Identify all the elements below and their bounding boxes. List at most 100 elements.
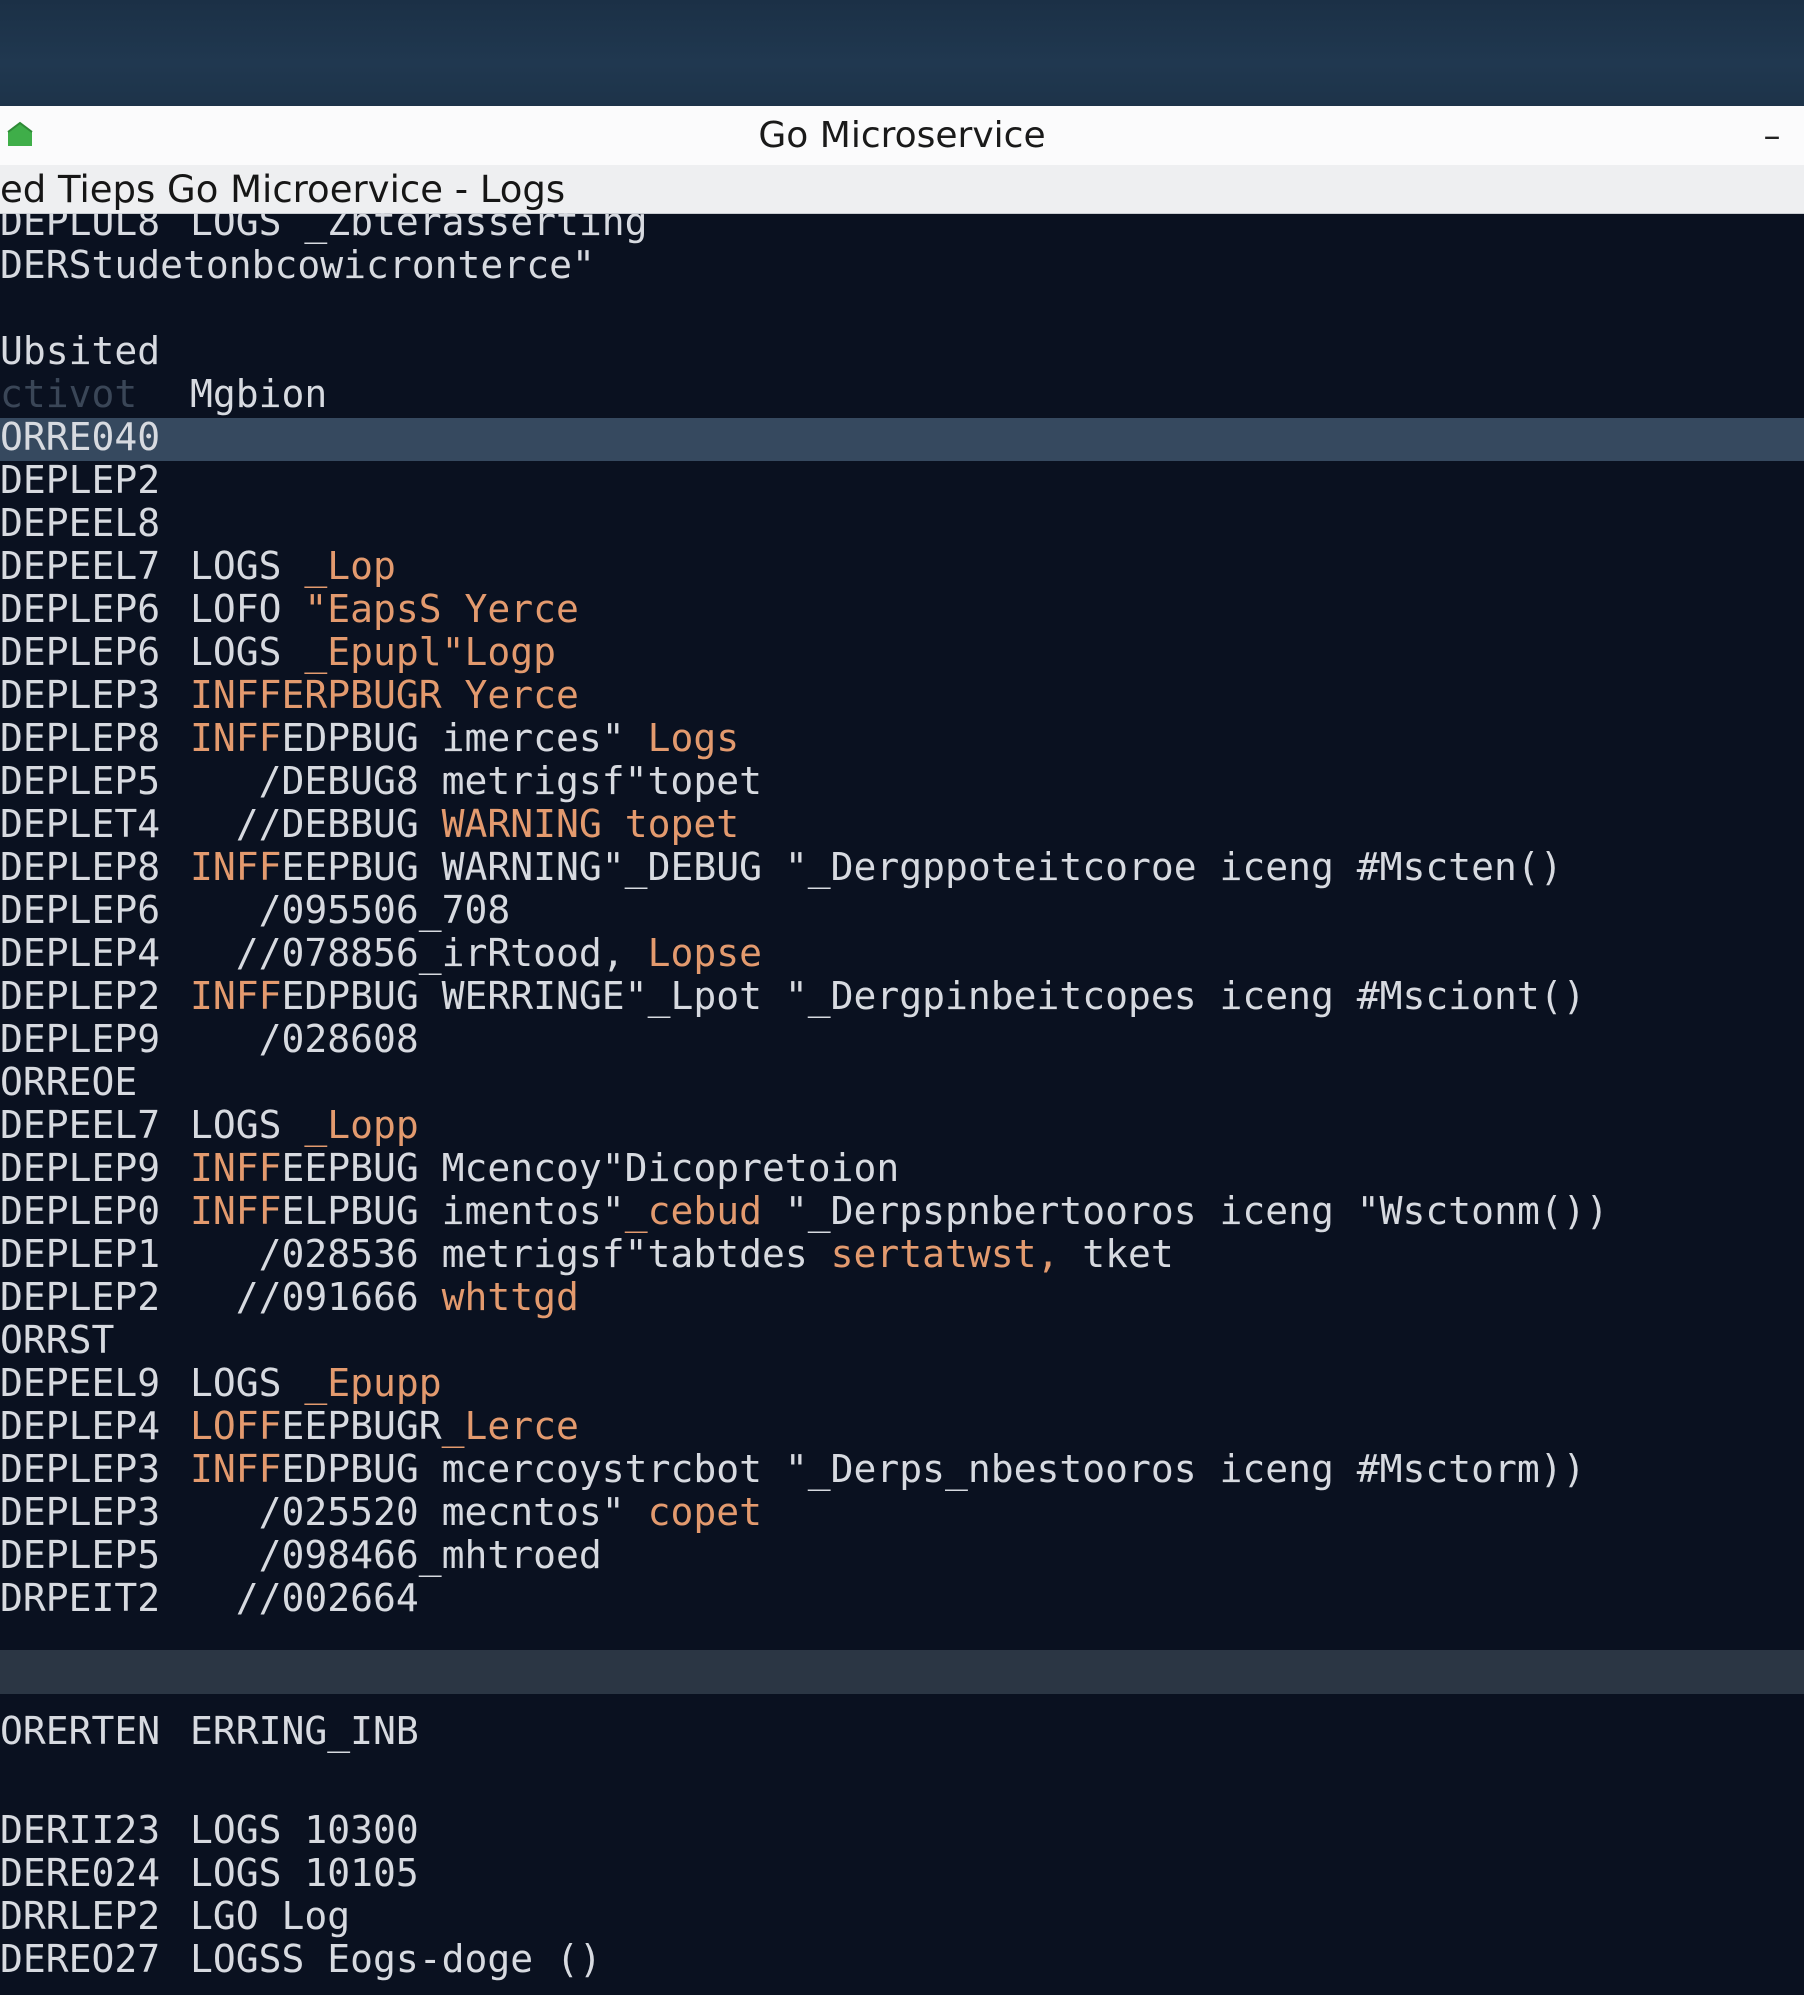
minimize-button[interactable]: – — [1748, 114, 1796, 158]
log-line: DEPLEP8 INFFEEPBUG WARNING"_DEBUG "_Dergp… — [0, 846, 1804, 889]
log-token: LOGS — [190, 630, 305, 674]
log-line-source: DEPLEP2 — [0, 974, 161, 1018]
log-token: EDPBUG mcercoystrcbot "_Derps_nbestooros… — [281, 1447, 1586, 1491]
log-line-source: Ubsited — [0, 329, 161, 373]
log-token: "_Derpspnbertooros iceng "Wsctonm()) — [761, 1189, 1609, 1233]
log-token: Mgbion — [190, 372, 328, 416]
log-line: DEPEEL8 — [0, 502, 1804, 545]
log-line-source: DEPLEP2 — [0, 1275, 161, 1319]
log-line-message: /098466_mhtroed — [190, 1534, 602, 1577]
log-line: DEPEEL9 LOGS _Epupp — [0, 1362, 1804, 1405]
tab-bar: ed Tieps Go Microervice - Logs — [0, 165, 1804, 214]
log-token: LOGS — [190, 544, 305, 588]
log-line-message: LOGS 10105 — [190, 1850, 419, 1895]
log-line: DEPLEP9 /028608 — [0, 1018, 1804, 1061]
log-line-source: DERII23 — [0, 1807, 161, 1852]
log-token: tket — [1059, 1232, 1174, 1276]
log-line-message: //002664 — [190, 1577, 419, 1620]
log-token-highlighted: INFF — [190, 1447, 282, 1491]
log-token-highlighted: _Lopp — [304, 1103, 419, 1147]
log-token-highlighted: WARNING topet — [441, 802, 740, 846]
log-line-message: LOGSS Eogs-doge () — [190, 1936, 602, 1981]
log-token-highlighted: _Epupp — [304, 1361, 442, 1405]
log-line: DEPLEP1 /028536 metrigsf"tabtdes sertatw… — [0, 1233, 1804, 1276]
log-line-message: LOGS 10300 — [190, 1807, 419, 1852]
log-token: EDPBUG WERRINGE"_Lpot "_Dergpinbeitcopes… — [281, 974, 1586, 1018]
log-line: DEPLEP9 INFFEEPBUG Mcencoy"Dicopretoion — [0, 1147, 1804, 1190]
log-line-message: LOGS _Lopp — [190, 1104, 419, 1147]
log-line-source: DRPEIT2 — [0, 1576, 161, 1620]
log-line-source: DEPLEP5 — [0, 759, 161, 803]
log-line-source: DEPEEL7 — [0, 544, 161, 588]
log-line: DERStudetonbcowicronterce" — [0, 244, 1804, 287]
log-line: DEPLEP6 /095506_708 — [0, 889, 1804, 932]
log-token-highlighted: INFF — [190, 974, 282, 1018]
log-token: ERRING_INB — [190, 1709, 419, 1753]
log-line-source: DEPLEP4 — [0, 931, 161, 975]
log-line-source: DEPEEL7 — [0, 1103, 161, 1147]
log-line-message: INFFEDPBUG WERRINGE"_Lpot "_Dergpinbeitc… — [190, 975, 1586, 1018]
log-line: DRPEIT2 //002664 — [0, 1577, 1804, 1620]
log-line-message: /028536 metrigsf"tabtdes sertatwst, tket — [190, 1233, 1174, 1276]
log-line-source: DEPLET4 — [0, 802, 161, 846]
log-line-source: DEPLUL8 — [0, 213, 161, 244]
log-line: ORRST — [0, 1319, 1804, 1362]
log-line: ORREOE — [0, 1061, 1804, 1104]
log-line-message: /DEBUG8 metrigsf"topet — [190, 760, 762, 803]
log-line-source: ORREOE — [0, 1060, 138, 1104]
log-line-message: LOFO "EapsS Yerce — [190, 588, 579, 631]
log-line: DERE024 LOGS 10105 — [0, 1850, 1804, 1895]
log-line-source: DERE024 — [0, 1850, 161, 1895]
log-line-source: DEPLEP1 — [0, 1232, 161, 1276]
log-line-source: DEPLEP6 — [0, 888, 161, 932]
log-line-source: ctivot — [0, 372, 138, 416]
app-window: Go Microservice – ed Tieps Go Microervic… — [0, 106, 1804, 1995]
log-token-highlighted: copet — [647, 1490, 762, 1534]
log-line: DEPEEL7 LOGS _Lop — [0, 545, 1804, 588]
log-line: DRRLEP2 LGO Log — [0, 1894, 1804, 1938]
log-line: DEPLEP2 //091666 whttgd — [0, 1276, 1804, 1319]
log-line: DEPLEP5 /DEBUG8 metrigsf"topet — [0, 760, 1804, 803]
log-token: //091666 — [190, 1275, 442, 1319]
log-token-highlighted: Logs — [647, 716, 740, 760]
log-line: DEPLEP3 INFFERPBUGR Yerce — [0, 674, 1804, 717]
log-line: DEPLEP5 /098466_mhtroed — [0, 1534, 1804, 1577]
log-line-message: LOGS _Zbterasserting — [190, 213, 648, 244]
log-line: DEREO27 LOGSS Eogs-doge () — [0, 1936, 1804, 1981]
log-token-highlighted: _Lerce — [441, 1404, 579, 1448]
log-line-source: ORERTEN — [0, 1709, 161, 1753]
log-line-message: LOFFEEPBUGR_Lerce — [190, 1405, 579, 1448]
log-token-highlighted: LOFF — [190, 1404, 282, 1448]
log-token: EEPBUG WARNING"_DEBUG "_Dergppoteitcoroe… — [281, 845, 1563, 889]
log-line: DEPLEP8 INFFEDPBUG imerces" Logs — [0, 717, 1804, 760]
log-token-highlighted: INFF — [190, 1146, 282, 1190]
log-token: /095506_708 — [190, 888, 511, 932]
log-line: DEPLEP2 — [0, 459, 1804, 502]
log-line: DEPEEL7 LOGS _Lopp — [0, 1104, 1804, 1147]
title-bar[interactable]: Go Microservice – — [0, 106, 1804, 166]
log-line-message: //078856_irRtood, Lopse — [190, 932, 762, 975]
log-line-source: DEPLEP6 — [0, 630, 161, 674]
log-output[interactable]: DEPLUL8 LOGS _Zbterasserting DERStudetonbc… — [0, 213, 1804, 1995]
log-line-message: /028608 — [190, 1018, 419, 1061]
log-token-highlighted: "EapsS Yerce — [304, 587, 579, 631]
log-line: DEPLEP6 LOFO "EapsS Yerce — [0, 588, 1804, 631]
log-line-message: /025520 mecntos" copet — [190, 1491, 762, 1534]
log-line-source: ORRE040 — [0, 415, 161, 459]
log-line-message: LOGS _Lop — [190, 545, 396, 588]
log-token: LOGS 10105 — [190, 1850, 419, 1895]
log-token: EDPBUG imerces" — [281, 716, 648, 760]
log-token-highlighted: INFF — [190, 845, 282, 889]
log-token: LOGSS Eogs-doge () — [190, 1936, 602, 1981]
log-token: LOGS — [190, 1103, 305, 1147]
log-line: DEPLEP3 INFFEDPBUG mcercoystrcbot "_Derps… — [0, 1448, 1804, 1491]
log-token-highlighted: _cebud — [624, 1189, 762, 1233]
log-token: //DEBBUG — [190, 802, 442, 846]
log-line-message: Mgbion — [190, 373, 327, 416]
log-token: LOGS 10300 — [190, 1807, 419, 1852]
log-token: LOFO — [190, 587, 305, 631]
tab-logs[interactable]: ed Tieps Go Microervice - Logs — [0, 165, 565, 213]
log-line-message: INFFELPBUG imentos"_cebud "_Derpspnberto… — [190, 1190, 1608, 1233]
log-line-message: LOGS _Epupl"Logp — [190, 631, 556, 674]
log-line-source: DERStudetonbcowicronterce" — [0, 243, 595, 287]
